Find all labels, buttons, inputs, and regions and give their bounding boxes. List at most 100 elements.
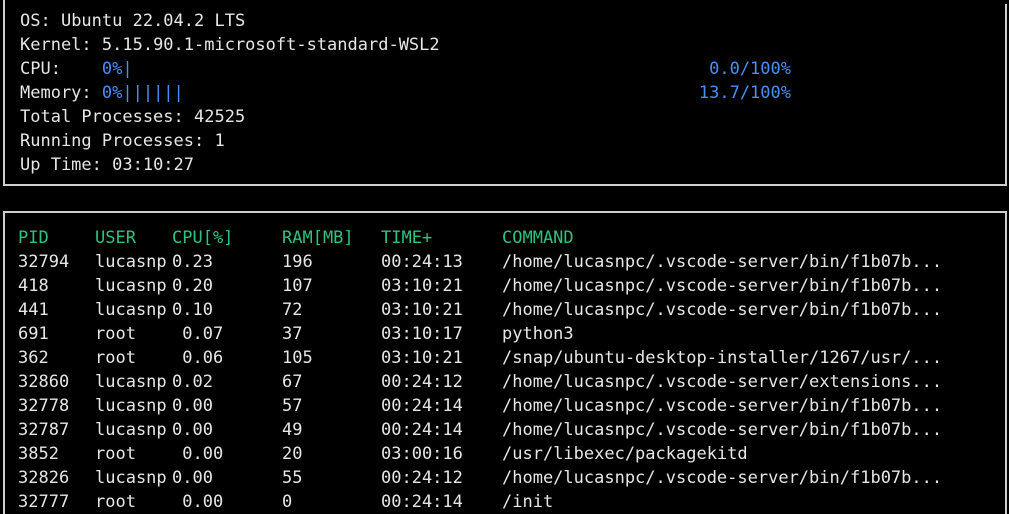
process-command: /init (502, 492, 554, 512)
process-time: 00:24:14 (381, 420, 463, 440)
process-pid: 418 (18, 276, 49, 296)
process-user: lucasnp (95, 468, 167, 488)
os-label: OS: (20, 11, 61, 31)
os-value: Ubuntu 22.04.2 LTS (60, 11, 246, 31)
kernel-line: Kernel: 5.15.90.1-microsoft-standard-WSL… (20, 33, 440, 57)
table-row[interactable]: 32794 lucasnp 0.23 196 00:24:13/home/lucasnp… (5, 250, 1005, 274)
memory-usage-bar: 0%|||||| (101, 83, 184, 103)
process-ram: 105 (282, 348, 313, 368)
table-row[interactable]: 3852 root 0.00 20 03:00:16/usr/libexec/pack… (5, 442, 1005, 466)
kernel-value: 5.15.90.1-microsoft-standard-WSL2 (101, 35, 440, 55)
process-user: lucasnp (95, 276, 167, 296)
process-user: lucasnp (95, 372, 167, 392)
running-processes-label: Running Processes: (20, 131, 215, 151)
process-command: /home/lucasnpc/.vscode-server/extensions… (502, 372, 943, 392)
kernel-label: Kernel: (20, 35, 102, 55)
process-command: /home/lucasnpc/.vscode-server/bin/f1b07b… (502, 300, 943, 320)
header-ram[interactable]: RAM[MB] (282, 226, 354, 250)
process-ram: 0 (282, 492, 293, 512)
table-row[interactable]: 32860 lucasnp 0.02 67 00:24:12/home/lucasnpc… (5, 370, 1005, 394)
process-pid: 691 (18, 324, 49, 344)
header-time[interactable]: TIME+ (381, 226, 432, 250)
total-processes-value: 42525 (194, 107, 246, 127)
process-command: /usr/libexec/packagekitd (502, 444, 748, 464)
process-cpu: 0.00 (172, 396, 213, 416)
process-pid: 32826 (18, 468, 70, 488)
process-time: 00:24:12 (381, 372, 463, 392)
uptime-line: Up Time: 03:10:27 (20, 153, 194, 177)
process-ram: 196 (282, 252, 313, 272)
process-cpu: 0.00 (172, 468, 213, 488)
process-user: lucasnp (95, 420, 167, 440)
process-user: lucasnp (95, 396, 167, 416)
process-user: root (95, 324, 136, 344)
process-time: 03:10:21 (381, 276, 463, 296)
process-time: 03:10:21 (381, 300, 463, 320)
cpu-usage-bar: 0%| (101, 59, 133, 79)
process-cpu: 0.00 (172, 444, 224, 464)
process-cpu: 0.00 (172, 492, 224, 512)
process-pid: 32860 (18, 372, 70, 392)
process-ram: 49 (282, 420, 303, 440)
process-command: /home/lucasnpc/.vscode-server/bin/f1b07b… (502, 468, 943, 488)
process-ram: 67 (282, 372, 303, 392)
process-cpu: 0.07 (172, 324, 224, 344)
table-row[interactable]: 32787 lucasnp 0.00 49 00:24:14/home/lucasnpc… (5, 418, 1005, 442)
process-command: /home/lucasnpc/.vscode-server/bin/f1b07b… (502, 276, 943, 296)
process-ram: 55 (282, 468, 303, 488)
header-user[interactable]: USER (95, 226, 136, 250)
table-row[interactable]: 362 root 0.06 105 03:10:21/snap/ubuntu-desk… (5, 346, 1005, 370)
process-pid: 32777 (18, 492, 70, 512)
process-pid: 362 (18, 348, 49, 368)
uptime-label: Up Time: (20, 155, 113, 175)
header-pid[interactable]: PID (18, 226, 49, 250)
table-row[interactable]: 32826 lucasnp 0.00 55 00:24:12/home/lucasnpc… (5, 466, 1005, 490)
process-ram: 20 (282, 444, 303, 464)
process-ram: 37 (282, 324, 303, 344)
process-ram: 107 (282, 276, 313, 296)
os-line: OS: Ubuntu 22.04.2 LTS (20, 9, 245, 33)
process-user: root (95, 444, 136, 464)
process-command: /home/lucasnpc/.vscode-server/bin/f1b07b… (502, 252, 943, 272)
process-user: lucasnp (95, 252, 167, 272)
header-cpu[interactable]: CPU[%] (172, 226, 233, 250)
process-cpu: 0.06 (172, 348, 224, 368)
process-ram: 57 (282, 396, 303, 416)
process-time: 03:10:17 (381, 324, 463, 344)
header-command[interactable]: COMMAND (502, 226, 574, 250)
process-cpu: 0.00 (172, 420, 213, 440)
process-command: /home/lucasnpc/.vscode-server/bin/f1b07b… (502, 420, 943, 440)
process-pid: 441 (18, 300, 49, 320)
running-processes-line: Running Processes: 1 (20, 129, 225, 153)
process-time: 00:24:14 (381, 492, 463, 512)
process-ram: 72 (282, 300, 303, 320)
panel-corner-mark (3, 0, 5, 6)
memory-label: Memory: (20, 83, 102, 103)
table-row[interactable]: 441 lucasnp 0.10 72 03:10:21/home/lucasnpc/.… (5, 298, 1005, 322)
process-table-header: PID USER CPU[%] RAM[MB] TIME+ COMMAND (5, 226, 1005, 250)
process-user: root (95, 348, 136, 368)
process-time: 00:24:14 (381, 396, 463, 416)
table-row[interactable]: 418 lucasnp 0.20 107 03:10:21/home/lucasnpc/… (5, 274, 1005, 298)
memory-percent: 13.7/100% (698, 83, 791, 103)
table-row[interactable]: 32778 lucasnp 0.00 57 00:24:14/home/lucasnpc… (5, 394, 1005, 418)
cpu-label: CPU: (20, 59, 102, 79)
running-processes-value: 1 (214, 131, 225, 151)
process-pid: 32778 (18, 396, 70, 416)
system-info-panel: OS: Ubuntu 22.04.2 LTS Kernel: 5.15.90.1… (3, 0, 1007, 186)
process-user: root (95, 492, 136, 512)
process-cpu: 0.20 (172, 276, 213, 296)
cpu-percent: 0.0/100% (709, 59, 791, 79)
process-pid: 32794 (18, 252, 70, 272)
memory-line: Memory: 0%|||||| (20, 81, 184, 105)
process-cpu: 0.23 (172, 252, 213, 272)
total-processes-line: Total Processes: 42525 (20, 105, 245, 129)
process-time: 00:24:13 (381, 252, 463, 272)
process-cpu: 0.02 (172, 372, 213, 392)
process-pid: 32787 (18, 420, 70, 440)
process-time: 00:24:12 (381, 468, 463, 488)
table-row[interactable]: 691 root 0.07 37 03:10:17 python3 (5, 322, 1005, 346)
table-row[interactable]: 32777 root 0.00 0 00:24:14/init (5, 490, 1005, 514)
process-cpu: 0.10 (172, 300, 213, 320)
process-command: python3 (502, 324, 574, 344)
